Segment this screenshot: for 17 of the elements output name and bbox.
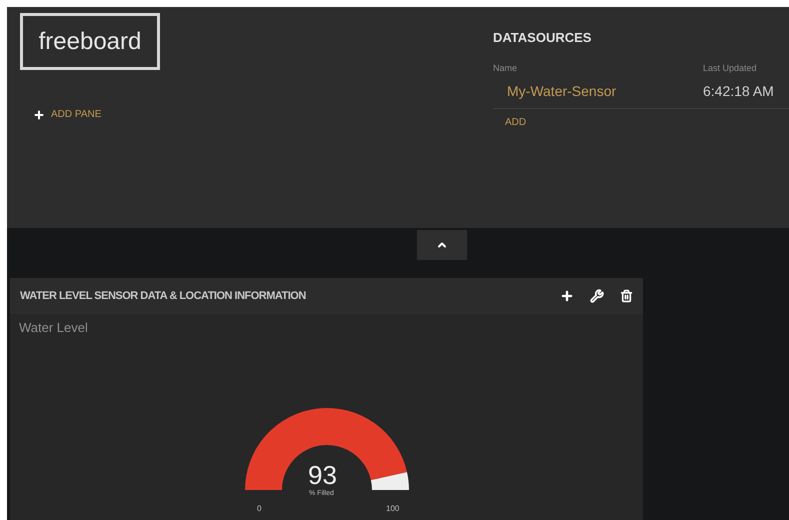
datasources-title: DATASOURCES (493, 29, 592, 47)
column-header: Name (493, 62, 518, 74)
trash-icon[interactable] (620, 289, 633, 303)
last-updated-time: 6:42:18 AM (703, 82, 774, 101)
add-icon[interactable] (560, 289, 574, 303)
wrench-icon[interactable] (590, 289, 604, 303)
pane-title: WATER LEVEL SENSOR DATA & LOCATION INFORMATION (20, 288, 307, 304)
datasource-name[interactable]: My-Water-Sensor (493, 81, 703, 102)
plus-icon (33, 108, 45, 120)
freeboard-logo: freeboard (20, 13, 160, 70)
column-header: Last Updated (703, 62, 757, 75)
widget-title: Water Level (19, 319, 89, 337)
add-pane-button[interactable]: ADD PANE (33, 107, 102, 122)
gauge-value: 93 (308, 462, 337, 488)
gauge-min: 0 (257, 503, 262, 515)
gauge-max: 100 (386, 503, 400, 515)
add-datasource-link[interactable]: ADD (505, 115, 526, 130)
